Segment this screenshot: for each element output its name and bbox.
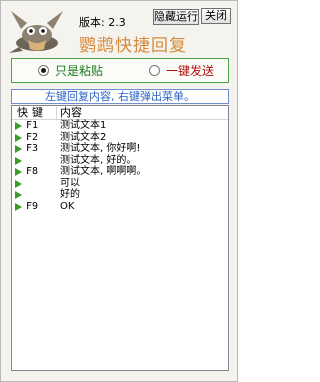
list-rows: F1 测试文本1 F2 测试文本2 F3 测试文本, 你好啊! 测试文本, 好的。 F… (12, 120, 228, 212)
hotkey: F2 (26, 131, 39, 143)
hotkey: F9 (26, 200, 39, 212)
list-item[interactable]: F8 测试文本, 啊啊啊。 (12, 166, 228, 178)
hotkey: F8 (26, 166, 39, 177)
play-triangle-icon (15, 168, 22, 176)
hide-run-button[interactable]: 隐藏运行 (153, 9, 199, 25)
play-triangle-icon (15, 145, 22, 153)
reply-text: 测试文本2 (60, 131, 107, 143)
list-item[interactable]: F3 测试文本, 你好啊! (12, 143, 228, 155)
column-header-key[interactable]: 快键 (17, 106, 57, 119)
list-item[interactable]: 可以 (12, 178, 228, 190)
play-triangle-icon (15, 122, 22, 130)
radio-selected-icon (38, 65, 49, 76)
paste-only-label: 只是粘贴 (55, 64, 104, 78)
play-triangle-icon (15, 133, 22, 142)
close-button[interactable]: 关闭 (201, 8, 231, 24)
list-item[interactable]: 好的 (12, 189, 228, 201)
play-triangle-icon (15, 202, 22, 211)
column-header-content[interactable]: 内容 (60, 106, 82, 119)
hotkey: F3 (26, 143, 39, 154)
list-item[interactable]: F1 测试文本1 (12, 120, 228, 132)
gimp-mascot-logo-icon (9, 11, 63, 53)
app-window: 版本: 2.3 隐藏运行 鹦鹉快捷回复 只是粘贴 一键发送 左键回复内容, 右键… (0, 0, 238, 382)
list-item[interactable]: 测试文本, 好的。 (12, 155, 228, 167)
hotkey: F1 (26, 120, 39, 131)
usage-hint: 左键回复内容, 右键弹出菜单。 (11, 89, 229, 104)
reply-text: 测试文本, 好的。 (60, 154, 137, 166)
one-click-send-label: 一键发送 (166, 64, 215, 78)
list-header: 快键 内容 (12, 106, 228, 120)
reply-text: 测试文本, 你好啊! (60, 143, 141, 154)
app-title: 鹦鹉快捷回复 (79, 36, 187, 56)
reply-text: 可以 (60, 177, 80, 189)
list-item[interactable]: F2 测试文本2 (12, 132, 228, 144)
reply-text: 测试文本, 啊啊啊。 (60, 166, 147, 177)
reply-text: 好的 (60, 189, 80, 200)
reply-list[interactable]: 快键 内容 F1 测试文本1 F2 测试文本2 F3 测试文本, 你好啊! 测试文本,… (11, 105, 229, 371)
play-triangle-icon (15, 191, 22, 199)
list-item[interactable]: F9 OK (12, 201, 228, 213)
version-label: 版本: 2.3 (79, 16, 126, 29)
send-mode-group: 只是粘贴 一键发送 (11, 58, 229, 83)
reply-text: 测试文本1 (60, 120, 107, 131)
radio-unselected-icon (149, 65, 160, 76)
reply-text: OK (60, 200, 75, 212)
one-click-send-radio[interactable]: 一键发送 (149, 64, 214, 78)
play-triangle-icon (15, 179, 22, 188)
paste-only-radio[interactable]: 只是粘贴 (38, 64, 103, 78)
play-triangle-icon (15, 156, 22, 165)
